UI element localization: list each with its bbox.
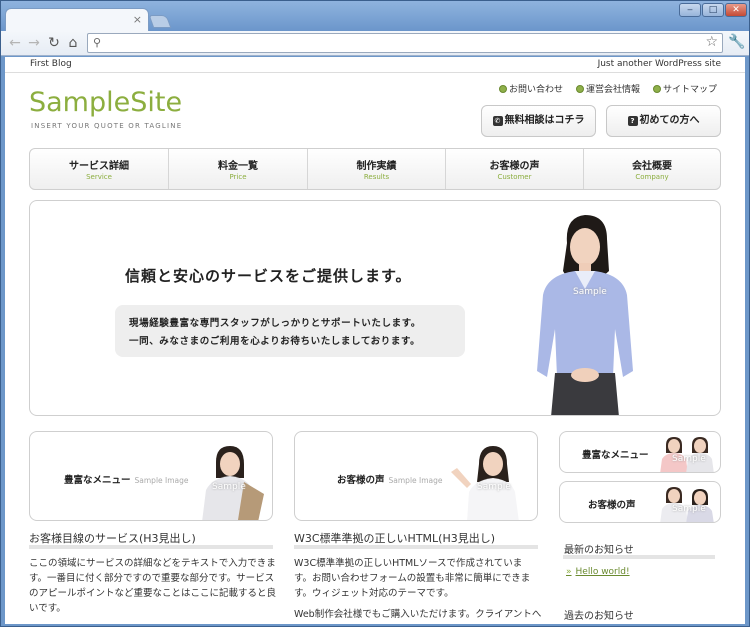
news-link[interactable]: » Hello world! (566, 567, 630, 577)
forward-icon[interactable]: → (26, 35, 42, 51)
hero-woman-image (537, 215, 633, 415)
new-tab-button[interactable] (148, 15, 172, 28)
card-customer-sample-label: Sample (477, 482, 511, 492)
bullet-icon (499, 85, 507, 93)
hero-message-box: 現場経験豊富な専門スタッフがしっかりとサポートいたします。 一同、みなさまのご利… (115, 305, 465, 357)
side-card-menu[interactable]: 豊富なメニュー Sample (559, 431, 721, 473)
nav-item-customer[interactable]: お客様の声 Customer (446, 149, 584, 189)
side-card-menu-sample-label: Sample (672, 454, 706, 464)
page-viewport: First Blog Just another WordPress site S… (5, 57, 745, 624)
hero-line-2: 一同、みなさまのご利用を心よりお待ちいたしましております。 (129, 336, 421, 347)
first-time-button[interactable]: ? 初めての方へ (606, 105, 721, 137)
utility-link-contact[interactable]: お問い合わせ (499, 82, 563, 95)
content-paragraph-2: W3C標準準拠の正しいHTMLソースで作成されていま す。お問い合わせフォームの… (294, 558, 542, 620)
hero-line-1: 現場経験豊富な専門スタッフがしっかりとサポートいたします。 (129, 318, 421, 329)
nav-item-price[interactable]: 料金一覧 Price (169, 149, 308, 189)
chevron-right-icon: » (566, 567, 572, 577)
nav-item-company[interactable]: 会社概要 Company (584, 149, 720, 189)
card-menu[interactable]: 豊富なメニュー Sample Image Sample (29, 431, 273, 521)
site-logo[interactable]: SampleSite (29, 87, 182, 118)
hero-sample-label: Sample (573, 287, 607, 297)
free-consultation-button[interactable]: ✆ 無料相談はコチラ (481, 105, 596, 137)
close-window-button[interactable]: ✕ (725, 3, 747, 17)
latest-news-heading: 最新のお知らせ (564, 545, 634, 556)
content-paragraph-1: ここの領域にサービスの詳細などをテキストで入力できま す。一番目に付く部分ですの… (29, 558, 277, 614)
card-customer[interactable]: お客様の声 Sample Image Sample (294, 431, 538, 521)
browser-toolbar: ← → ↻ ⌂ ⚲ ☆ 🔧 (1, 31, 749, 56)
star-icon[interactable]: ☆ (705, 34, 718, 50)
nav-item-service[interactable]: サービス詳細 Service (30, 149, 169, 189)
top-strip: First Blog Just another WordPress site (5, 57, 745, 73)
card-menu-sample-label: Sample (212, 482, 246, 492)
heading-underline (294, 545, 538, 549)
bullet-icon (653, 85, 661, 93)
site-name[interactable]: First Blog (30, 59, 72, 69)
hero-banner: 信頼と安心のサービスをご提供します。 現場経験豊富な専門スタッフがしっかりとサポ… (29, 200, 721, 416)
address-bar[interactable]: ⚲ ☆ (87, 33, 723, 53)
minimize-button[interactable]: ‒ (679, 3, 701, 17)
reload-icon[interactable]: ↻ (46, 35, 62, 51)
bullet-icon (576, 85, 584, 93)
site-description: Just another WordPress site (597, 59, 721, 69)
side-card-customer[interactable]: お客様の声 Sample (559, 481, 721, 523)
global-nav: サービス詳細 Service 料金一覧 Price 制作実績 Results お… (29, 148, 721, 190)
heading-underline (29, 545, 273, 549)
tab-close-icon[interactable]: × (133, 13, 142, 27)
title-bar: × ‒ □ ✕ (1, 1, 749, 32)
logo-tagline: INSERT YOUR QUOTE OR TAGLINE (31, 122, 183, 130)
maximize-button[interactable]: □ (702, 3, 724, 17)
browser-tab[interactable]: × (5, 8, 149, 32)
browser-window: × ‒ □ ✕ ← → ↻ ⌂ ⚲ ☆ 🔧 First Blog Just an… (0, 0, 750, 627)
nav-item-results[interactable]: 制作実績 Results (308, 149, 446, 189)
past-news-heading: 過去のお知らせ (564, 611, 634, 622)
back-icon[interactable]: ← (7, 35, 23, 51)
side-card-customer-sample-label: Sample (672, 504, 706, 514)
question-icon: ? (627, 116, 638, 126)
phone-icon: ✆ (492, 116, 503, 126)
hero-title: 信頼と安心のサービスをご提供します。 (125, 267, 412, 285)
search-icon: ⚲ (93, 36, 102, 49)
utility-link-sitemap[interactable]: サイトマップ (653, 82, 717, 95)
wrench-icon[interactable]: 🔧 (728, 34, 745, 50)
heading-underline (563, 555, 715, 559)
utility-link-company[interactable]: 運営会社情報 (576, 82, 640, 95)
home-icon[interactable]: ⌂ (65, 35, 81, 51)
